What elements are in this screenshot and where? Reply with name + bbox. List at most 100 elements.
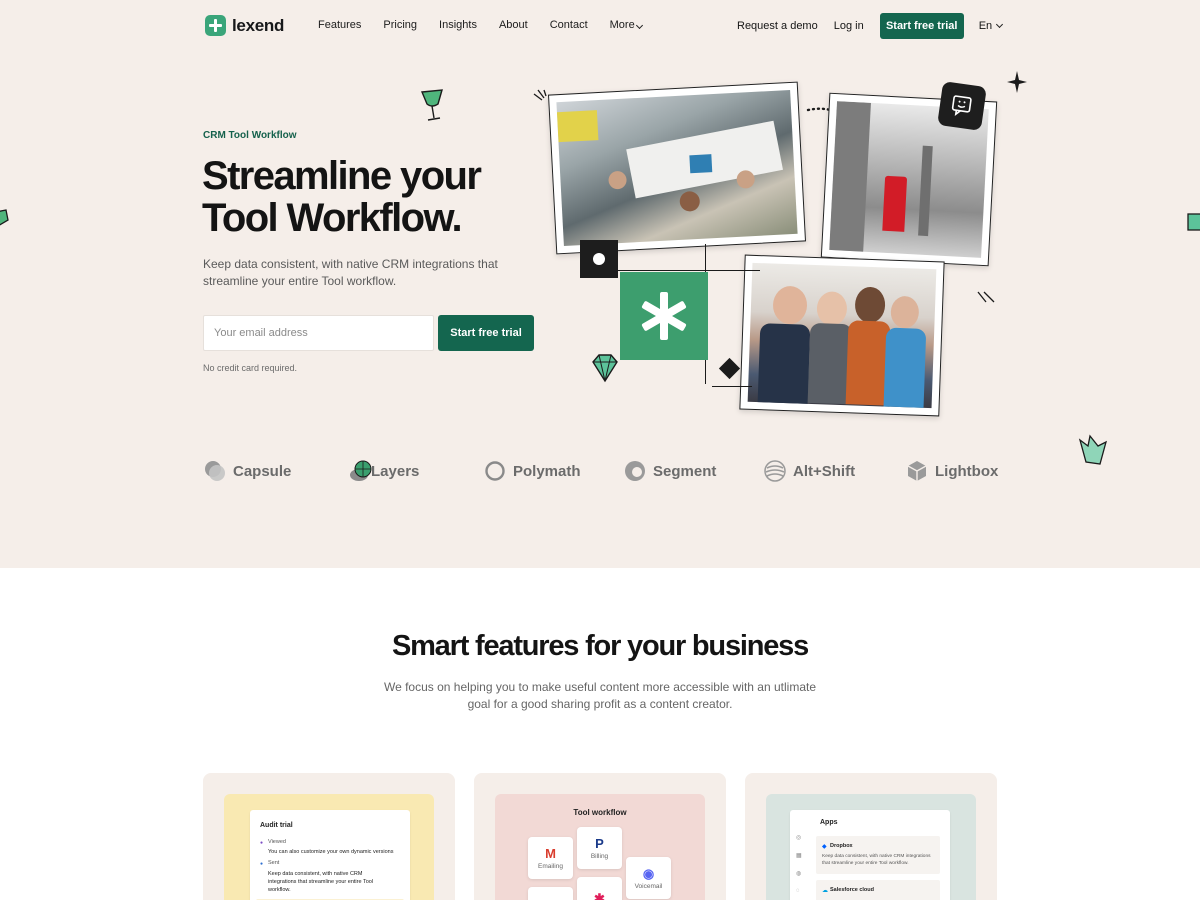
card-illustration: Audit trial ● Viewed You can also custom…: [224, 794, 434, 900]
sidebar-icon: ◍: [796, 871, 802, 877]
dropbox-tile: ◆: [528, 887, 573, 900]
brand-altshift: Alt+Shift: [764, 460, 855, 482]
apps-panel: ◎ ▦ ◍ ◌ Apps ◆ Dropbox Keep data consist…: [790, 810, 950, 900]
nav-link-features[interactable]: Features: [318, 19, 361, 31]
hero-section: lexend Features Pricing Insights About C…: [0, 0, 1200, 568]
audit-item-text: You can also customize your own dynamic …: [268, 849, 394, 855]
polymath-logo-icon: [485, 461, 505, 481]
brand-polymath: Polymath: [484, 460, 581, 482]
brand-capsule: Capsule: [204, 460, 291, 482]
tile-label: Billing: [590, 852, 609, 860]
diamond-shape: [718, 357, 741, 380]
login-link[interactable]: Log in: [834, 20, 864, 32]
chevron-down-icon: [996, 20, 1004, 29]
decor-line: [712, 386, 752, 388]
hero-description: Keep data consistent, with native CRM in…: [203, 257, 498, 288]
sparkle-icon: [1007, 71, 1027, 93]
audit-item-text: Keep data consistent, with native CRM in…: [268, 871, 374, 893]
language-label: En: [978, 20, 993, 32]
nav-link-insights[interactable]: Insights: [439, 19, 477, 31]
burst-lines-icon: [977, 291, 995, 303]
segment-logo-icon: [625, 461, 645, 481]
language-selector[interactable]: En: [978, 20, 1004, 32]
app-name: Dropbox: [830, 843, 853, 849]
trophy-icon: [420, 89, 443, 121]
nav-actions: Request a demo Log in Start free trial E…: [737, 13, 1004, 39]
paypal-icon: P: [595, 835, 604, 851]
features-description: We focus on helping you to make useful c…: [383, 680, 816, 711]
nav-link-pricing[interactable]: Pricing: [383, 19, 417, 31]
hero-start-trial-button[interactable]: Start free trial: [438, 315, 534, 351]
team-group-photo: [739, 254, 945, 417]
brand-label: Capsule: [233, 462, 292, 480]
slack-icon: ✱: [594, 890, 605, 900]
card-illustration: Tool workflow M Emailing P Billing ◉ Voi…: [495, 794, 705, 900]
chevron-down-icon: [635, 21, 643, 30]
app-item-salesforce: ☁ Salesforce cloud: [816, 880, 940, 900]
brand-label: Segment: [653, 462, 717, 480]
lightbox-cube-icon: [907, 461, 927, 481]
audit-item-tag: Sent: [268, 860, 280, 866]
status-dot-sent: ●: [260, 861, 264, 867]
request-demo-link[interactable]: Request a demo: [737, 20, 818, 32]
status-dot-viewed: ●: [260, 840, 264, 846]
salesforce-cloud-icon: ☁: [822, 888, 828, 894]
brand-label: Alt+Shift: [793, 462, 856, 480]
logo-plus-icon: [205, 15, 226, 36]
nav-start-trial-button[interactable]: Start free trial: [879, 13, 964, 39]
audit-item-tag: Viewed: [268, 839, 286, 845]
app-item-dropbox: ◆ Dropbox Keep data consistent, with nat…: [816, 836, 940, 874]
brand-lightbox: Lightbox: [906, 460, 998, 482]
app-name: Salesforce cloud: [830, 887, 875, 893]
no-credit-card-note: No credit card required.: [203, 363, 298, 373]
gem-icon: [0, 209, 9, 226]
dropbox-icon: ◆: [822, 844, 827, 850]
feature-card-apps[interactable]: ◎ ▦ ◍ ◌ Apps ◆ Dropbox Keep data consist…: [745, 773, 997, 900]
hero-headline: Streamline your Tool Workflow.: [202, 154, 482, 240]
nav-link-about[interactable]: About: [499, 19, 528, 31]
audit-panel: Audit trial ● Viewed You can also custom…: [250, 810, 410, 900]
office-team-photo: [547, 81, 807, 255]
brand-label: Polymath: [513, 462, 581, 480]
apps-title: Apps: [820, 819, 838, 826]
diamond-icon: [592, 354, 618, 383]
app-desc: Keep data consistent, with native CRM in…: [822, 854, 931, 866]
nav-links: Features Pricing Insights About Contact …: [318, 19, 664, 31]
feature-card-audit[interactable]: Audit trial ● Viewed You can also custom…: [203, 773, 455, 900]
brand-segment: Segment: [624, 460, 716, 482]
hero-eyebrow: CRM Tool Workflow: [203, 130, 297, 141]
chat-smile-icon: [937, 81, 987, 131]
brand-layers: Layers: [350, 460, 419, 482]
feature-card-tool-workflow[interactable]: Tool workflow M Emailing P Billing ◉ Voi…: [474, 773, 726, 900]
brand-asterisk-tile: [620, 272, 708, 360]
emailing-tile: M Emailing: [528, 837, 573, 879]
tile-label: Emailing: [538, 862, 563, 870]
asterisk-icon: [641, 292, 687, 340]
discord-icon: ◉: [642, 865, 655, 881]
brand-logos-row: Capsule Layers Polymath Segment Alt+Shif…: [204, 460, 998, 490]
tool-workflow-title: Tool workflow: [573, 808, 627, 817]
top-nav: lexend Features Pricing Insights About C…: [0, 0, 1200, 52]
email-input[interactable]: [203, 315, 434, 351]
card-illustration: ◎ ▦ ◍ ◌ Apps ◆ Dropbox Keep data consist…: [766, 794, 976, 900]
tile-label: Voicemail: [634, 882, 663, 890]
brand-label: Lightbox: [935, 462, 999, 480]
nav-link-contact[interactable]: Contact: [550, 19, 588, 31]
nav-more-dropdown[interactable]: More: [609, 19, 643, 31]
sidebar-icon: ▦: [796, 853, 802, 859]
logo-text: lexend: [232, 15, 285, 35]
logo[interactable]: lexend: [205, 15, 284, 36]
ticket-icon: [1187, 213, 1200, 231]
gmail-icon: M: [545, 845, 556, 861]
crown-icon: [1078, 434, 1108, 465]
sidebar-icon: ◌: [796, 888, 800, 894]
altshift-logo-icon: [764, 460, 786, 482]
capsule-logo-icon: [205, 461, 225, 481]
features-title: Smart features for your business: [391, 630, 809, 662]
nav-more-label: More: [609, 19, 635, 31]
voicemail-tile: ◉ Voicemail: [626, 857, 671, 899]
audit-title: Audit trial: [260, 822, 293, 829]
sidebar-icon: ◎: [796, 835, 802, 841]
billing-tile: P Billing: [577, 827, 622, 869]
camera-square-icon: [580, 240, 618, 278]
